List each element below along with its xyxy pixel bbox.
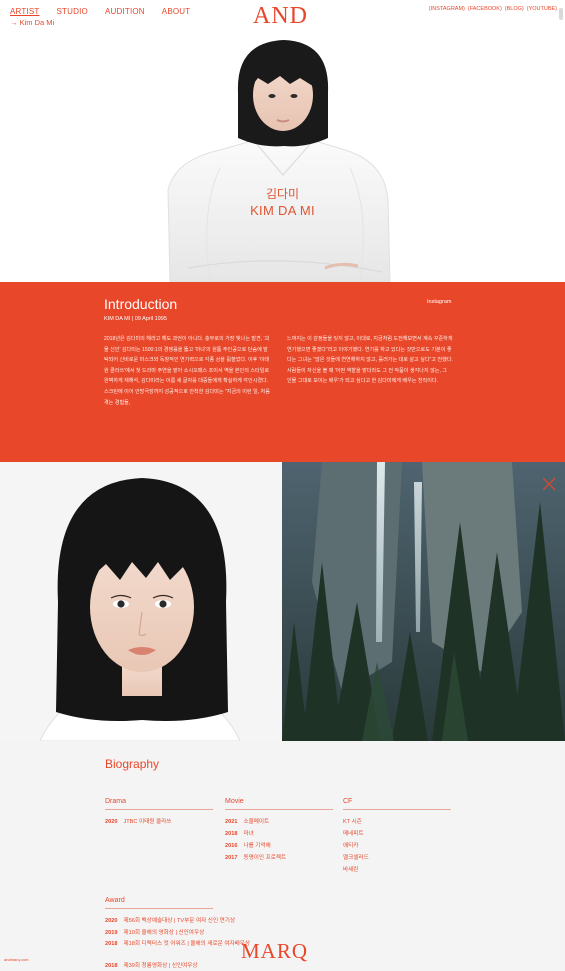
portrait-closeup-graphic xyxy=(0,462,282,741)
movie-row: 2017 동명이인 프로젝트 xyxy=(225,853,286,861)
movie-heading: Movie xyxy=(225,798,244,805)
award-title: 제56회 백상예술대상 | TV부문 여자 신인 연기상 xyxy=(123,918,236,924)
top-navigation: ARTIST STUDIO AUDITION ABOUT → Kim Da Mi… xyxy=(0,0,565,34)
site-logo[interactable]: AND xyxy=(253,3,308,30)
introduction-text-column-2: 느껴지는 이 감정들을 잊지 않고, 이대로, 지금처럼 도전해보면서 계속 꾸… xyxy=(287,336,453,385)
forest-waterfall-graphic xyxy=(282,462,565,741)
award-title: 제18회 디렉터스 컷 어워즈 | 올해의 새로운 여자배우상 xyxy=(123,941,251,947)
nav-item-about[interactable]: ABOUT xyxy=(162,7,191,16)
movie-row: 2016 나를 기억해 xyxy=(225,841,271,849)
movie-title: 마녀 xyxy=(243,831,254,837)
biography-title: Biography xyxy=(105,757,160,771)
movie-year: 2018 xyxy=(225,831,238,837)
movie-title: 나를 기억해 xyxy=(243,843,271,849)
movie-year: 2017 xyxy=(225,855,238,861)
introduction-title: Introduction xyxy=(104,296,178,312)
hero-portrait-image xyxy=(167,40,391,282)
social-links: (INSTAGRAM) (FACEBOOK) (BLOG) (YOUTUBE) xyxy=(429,6,557,12)
introduction-section: Introduction KIM DA MI | 09 April 1995 I… xyxy=(0,282,565,462)
nav-item-artist[interactable]: ARTIST xyxy=(10,7,40,16)
drama-row: 2020 JTBC 이태원 클라쓰 xyxy=(105,817,171,825)
drama-title: JTBC 이태원 클라쓰 xyxy=(123,819,172,825)
cf-item: 바세린 xyxy=(343,867,359,873)
award-row: 2020 제56회 백상예술대상 | TV부문 여자 신인 연기상 xyxy=(105,916,235,924)
award-divider xyxy=(105,908,213,909)
breadcrumb[interactable]: → Kim Da Mi xyxy=(10,18,54,27)
instagram-link[interactable]: Instagram xyxy=(427,299,451,305)
cf-item: KT 시즌 xyxy=(343,819,362,825)
award-row: 2018 제39회 청룡영화상 | 신인여우상 xyxy=(105,961,198,969)
hero-name-korean: 김다미 xyxy=(265,187,300,201)
social-link-youtube[interactable]: (YOUTUBE) xyxy=(527,6,557,12)
close-icon[interactable] xyxy=(541,476,557,492)
drama-divider xyxy=(105,809,213,810)
award-year: 2018 xyxy=(105,941,118,947)
scrollbar-thumb[interactable] xyxy=(559,8,563,20)
drama-heading: Drama xyxy=(105,798,127,805)
award-year: 2018 xyxy=(105,963,118,969)
cf-item: 메네피트 xyxy=(343,831,364,837)
footer-small-text: andmarq.com xyxy=(4,957,29,962)
movie-row: 2021 소울메이트 xyxy=(225,817,269,825)
cf-divider xyxy=(343,809,451,810)
cf-item: 에티카 xyxy=(343,843,359,849)
drama-year: 2020 xyxy=(105,819,118,825)
social-link-instagram[interactable]: (INSTAGRAM) xyxy=(429,6,465,12)
hero-name-english: KIM DA MI xyxy=(250,203,315,218)
social-link-blog[interactable]: (BLOG) xyxy=(505,6,524,12)
award-year: 2020 xyxy=(105,918,118,924)
movie-year: 2016 xyxy=(225,843,238,849)
movie-divider xyxy=(225,809,333,810)
marq-logo[interactable]: MARQ xyxy=(241,939,308,964)
hero-section: 김다미 KIM DA MI xyxy=(0,0,565,282)
movie-title: 동명이인 프로젝트 xyxy=(243,855,287,861)
award-title: 제39회 청룡영화상 | 신인여우상 xyxy=(123,963,198,969)
nav-item-audition[interactable]: AUDITION xyxy=(105,7,145,16)
nav-item-studio[interactable]: STUDIO xyxy=(57,7,88,16)
cf-heading: CF xyxy=(343,798,353,805)
main-menu: ARTIST STUDIO AUDITION ABOUT xyxy=(10,7,190,16)
social-link-facebook[interactable]: (FACEBOOK) xyxy=(468,6,502,12)
introduction-meta: KIM DA MI | 09 April 1995 xyxy=(104,316,167,322)
award-title: 제10회 올해의 영화상 | 신인여우상 xyxy=(123,930,205,936)
award-heading: Award xyxy=(105,897,125,904)
award-year: 2019 xyxy=(105,930,118,936)
cf-item: 멜크셀러드 xyxy=(343,855,369,861)
movie-year: 2021 xyxy=(225,819,238,825)
award-row: 2019 제10회 올해의 영화상 | 신인여우상 xyxy=(105,928,204,936)
movie-title: 소울메이트 xyxy=(243,819,270,825)
forest-waterfall-image xyxy=(282,462,565,741)
portrait-closeup-image xyxy=(0,462,282,741)
biography-section: Biography Drama 2020 JTBC 이태원 클라쓰 Movie 2… xyxy=(0,741,565,971)
introduction-text-column-1: 2018년은 김다미의 해라고 해도 과언이 아니다. 충무로의 가장 빛나는 … xyxy=(104,336,270,406)
movie-row: 2018 마녀 xyxy=(225,829,254,837)
